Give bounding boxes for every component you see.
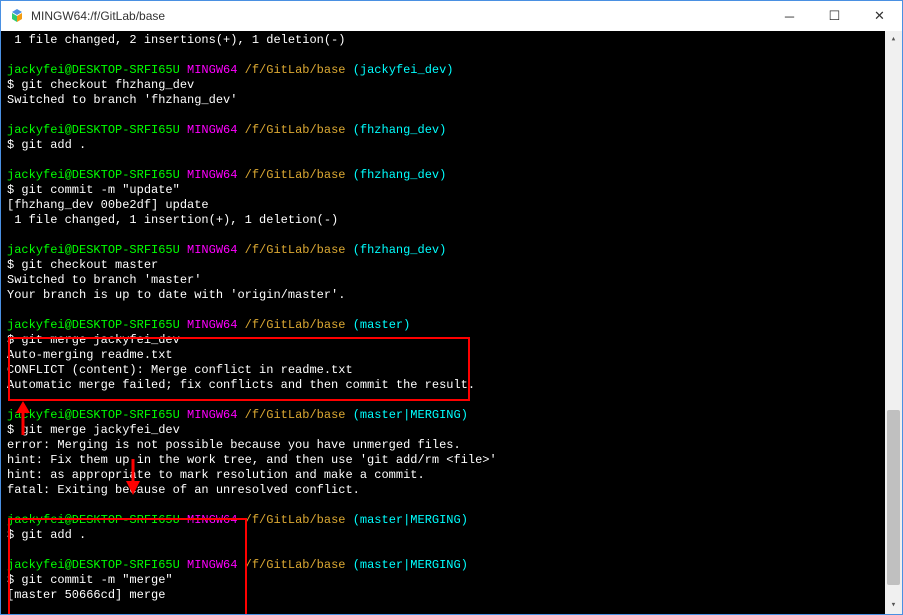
titlebar: MINGW64:/f/GitLab/base ─ ☐ ✕	[1, 1, 902, 31]
terminal-line: jackyfei@DESKTOP-SRFI65U MINGW64 /f/GitL…	[7, 63, 896, 78]
terminal-line	[7, 543, 896, 558]
scroll-down-icon[interactable]: ▾	[885, 597, 902, 614]
terminal-line	[7, 108, 896, 123]
terminal-line: jackyfei@DESKTOP-SRFI65U MINGW64 /f/GitL…	[7, 558, 896, 573]
terminal-line: error: Merging is not possible because y…	[7, 438, 896, 453]
terminal-line: jackyfei@DESKTOP-SRFI65U MINGW64 /f/GitL…	[7, 408, 896, 423]
terminal-line: 1 file changed, 2 insertions(+), 1 delet…	[7, 33, 896, 48]
scroll-up-icon[interactable]: ▴	[885, 31, 902, 48]
terminal-line: $ git merge jackyfei_dev	[7, 333, 896, 348]
terminal-line: jackyfei@DESKTOP-SRFI65U MINGW64 /f/GitL…	[7, 168, 896, 183]
terminal-line: $ git add .	[7, 138, 896, 153]
scrollbar[interactable]: ▴ ▾	[885, 31, 902, 614]
terminal-line: hint: Fix them up in the work tree, and …	[7, 453, 896, 468]
terminal-line: $ git commit -m "update"	[7, 183, 896, 198]
terminal-line: Automatic merge failed; fix conflicts an…	[7, 378, 896, 393]
terminal-line: 1 file changed, 1 insertion(+), 1 deleti…	[7, 213, 896, 228]
terminal-line	[7, 48, 896, 63]
terminal-line: $ git commit -m "merge"	[7, 573, 896, 588]
app-icon	[9, 8, 25, 24]
app-window: MINGW64:/f/GitLab/base ─ ☐ ✕ 1 file chan…	[0, 0, 903, 615]
terminal-line: jackyfei@DESKTOP-SRFI65U MINGW64 /f/GitL…	[7, 123, 896, 138]
terminal-line: [master 50666cd] merge	[7, 588, 896, 603]
terminal-line: $ git checkout master	[7, 258, 896, 273]
terminal-line: Your branch is up to date with 'origin/m…	[7, 288, 896, 303]
terminal-line: [fhzhang_dev 00be2df] update	[7, 198, 896, 213]
terminal-line: $ git add .	[7, 528, 896, 543]
terminal-line: $ git checkout fhzhang_dev	[7, 78, 896, 93]
scrollbar-thumb[interactable]	[887, 410, 900, 585]
terminal-output[interactable]: 1 file changed, 2 insertions(+), 1 delet…	[1, 31, 902, 614]
terminal-line: jackyfei@DESKTOP-SRFI65U MINGW64 /f/GitL…	[7, 318, 896, 333]
terminal-line	[7, 303, 896, 318]
terminal-line: $ git merge jackyfei_dev	[7, 423, 896, 438]
terminal-line: CONFLICT (content): Merge conflict in re…	[7, 363, 896, 378]
terminal-line: jackyfei@DESKTOP-SRFI65U MINGW64 /f/GitL…	[7, 243, 896, 258]
terminal-line: fatal: Exiting because of an unresolved …	[7, 483, 896, 498]
window-controls: ─ ☐ ✕	[767, 1, 902, 31]
terminal-line	[7, 603, 896, 614]
maximize-button[interactable]: ☐	[812, 1, 857, 31]
terminal-line	[7, 153, 896, 168]
terminal-line: Switched to branch 'fhzhang_dev'	[7, 93, 896, 108]
terminal-line: jackyfei@DESKTOP-SRFI65U MINGW64 /f/GitL…	[7, 513, 896, 528]
window-title: MINGW64:/f/GitLab/base	[31, 9, 767, 23]
terminal-line: Auto-merging readme.txt	[7, 348, 896, 363]
terminal-line	[7, 498, 896, 513]
terminal-line: hint: as appropriate to mark resolution …	[7, 468, 896, 483]
terminal-line	[7, 393, 896, 408]
terminal-line	[7, 228, 896, 243]
minimize-button[interactable]: ─	[767, 1, 812, 31]
close-button[interactable]: ✕	[857, 1, 902, 31]
terminal-line: Switched to branch 'master'	[7, 273, 896, 288]
